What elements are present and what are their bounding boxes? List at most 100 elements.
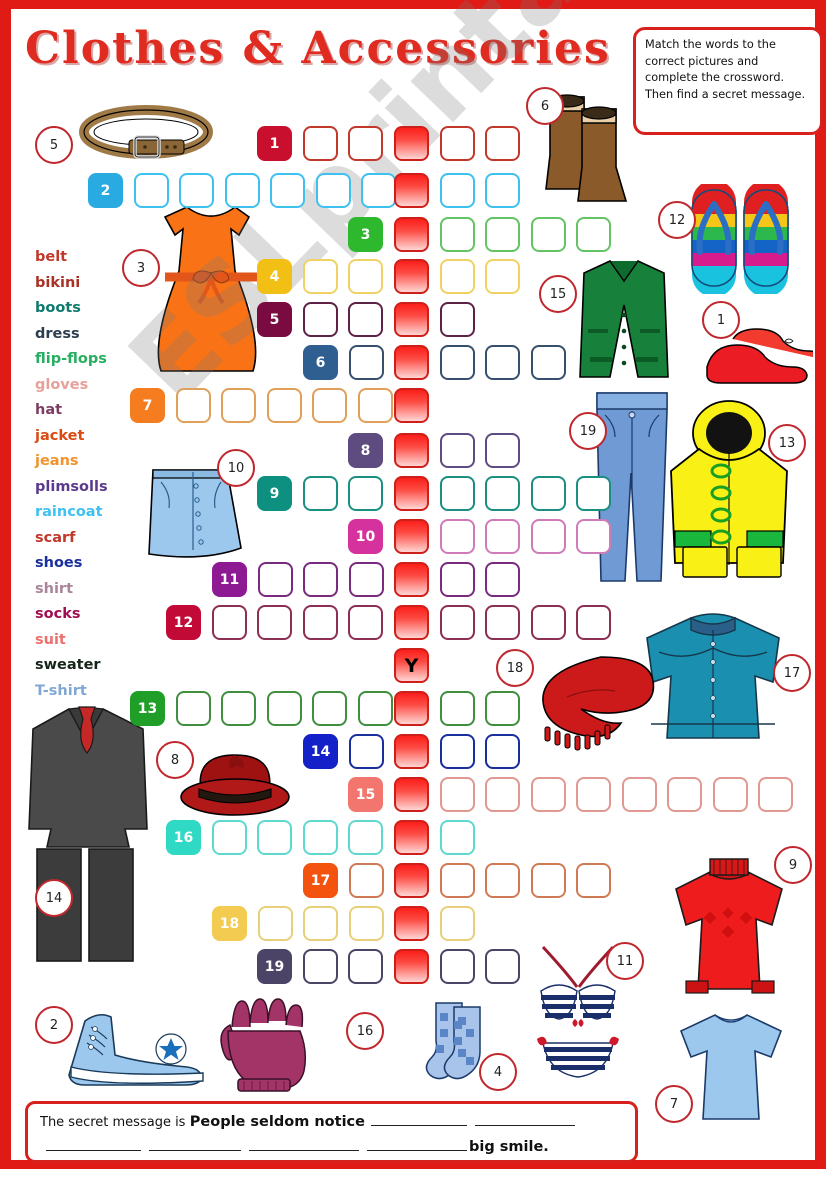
crossword-red-cell[interactable] [394, 476, 429, 511]
secret-blank-line2-4[interactable] [367, 1136, 467, 1151]
crossword-cell[interactable] [439, 217, 475, 252]
crossword-cell[interactable] [257, 906, 293, 941]
crossword-cell[interactable] [485, 691, 520, 726]
crossword-red-cell[interactable] [394, 949, 429, 984]
crossword-cell[interactable] [439, 734, 475, 769]
crossword-cell[interactable] [348, 906, 384, 941]
crossword-cell[interactable] [133, 173, 169, 208]
crossword-cell[interactable] [312, 388, 347, 423]
crossword-cell[interactable] [348, 863, 384, 898]
crossword-clue-number-14[interactable]: 14 [303, 734, 338, 769]
crossword-cell[interactable] [315, 173, 351, 208]
crossword-cell[interactable] [312, 691, 347, 726]
crossword-cell[interactable] [221, 388, 256, 423]
crossword-clue-number-19[interactable]: 19 [257, 949, 292, 984]
crossword-cell[interactable] [302, 605, 338, 640]
crossword-cell[interactable] [361, 173, 396, 208]
secret-blank-line1-2[interactable] [474, 1111, 575, 1126]
crossword-clue-number-13[interactable]: 13 [130, 691, 165, 726]
crossword-cell[interactable] [179, 173, 214, 208]
crossword-cell[interactable] [439, 605, 475, 640]
crossword-cell[interactable] [439, 562, 475, 597]
crossword-cell[interactable] [303, 562, 338, 597]
crossword-red-cell[interactable] [394, 388, 429, 423]
crossword-cell[interactable] [576, 217, 611, 252]
crossword-cell[interactable] [439, 259, 475, 294]
crossword-cell[interactable] [576, 605, 611, 640]
crossword-cell[interactable] [485, 949, 520, 984]
crossword-red-cell[interactable] [394, 820, 429, 855]
crossword-red-cell[interactable] [394, 906, 429, 941]
crossword-cell[interactable] [211, 605, 247, 640]
crossword-clue-number-10[interactable]: 10 [348, 519, 383, 554]
crossword-cell[interactable] [485, 562, 520, 597]
crossword-cell[interactable] [439, 691, 475, 726]
crossword-red-cell[interactable] [394, 777, 429, 812]
crossword-cell[interactable] [266, 691, 302, 726]
crossword-cell[interactable] [357, 388, 393, 423]
crossword-cell[interactable] [439, 433, 475, 468]
crossword-cell[interactable] [485, 259, 520, 294]
crossword-cell[interactable] [257, 562, 293, 597]
crossword-cell[interactable] [439, 906, 475, 941]
crossword-clue-number-7[interactable]: 7 [130, 388, 165, 423]
crossword-cell[interactable] [175, 691, 211, 726]
crossword-cell[interactable] [439, 820, 475, 855]
crossword-clue-number-2[interactable]: 2 [88, 173, 123, 208]
crossword-cell[interactable] [270, 173, 305, 208]
crossword-cell[interactable] [439, 476, 475, 511]
crossword-cell[interactable] [485, 863, 520, 898]
crossword-red-cell[interactable] [394, 519, 429, 554]
crossword-cell[interactable] [576, 519, 611, 554]
crossword-cell[interactable] [348, 476, 383, 511]
crossword-cell[interactable] [266, 388, 302, 423]
crossword-red-cell[interactable] [394, 126, 429, 161]
crossword-clue-number-12[interactable]: 12 [166, 605, 201, 640]
crossword-cell[interactable] [224, 173, 260, 208]
crossword-cell[interactable] [257, 820, 292, 855]
crossword-clue-number-3[interactable]: 3 [348, 217, 383, 252]
crossword-cell[interactable] [439, 126, 475, 161]
crossword-cell[interactable] [485, 345, 520, 380]
crossword-cell[interactable] [439, 949, 475, 984]
crossword-cell[interactable] [348, 345, 384, 380]
secret-blank-line1-1[interactable] [370, 1111, 467, 1126]
crossword-red-cell[interactable] [394, 173, 429, 208]
crossword-cell[interactable] [348, 562, 384, 597]
crossword-cell[interactable] [439, 173, 475, 208]
crossword-cell[interactable] [175, 388, 211, 423]
crossword-cell[interactable] [485, 777, 520, 812]
crossword-cell[interactable] [221, 691, 256, 726]
crossword-cell[interactable] [302, 126, 338, 161]
crossword-cell[interactable] [530, 863, 566, 898]
crossword-red-cell[interactable] [394, 562, 429, 597]
crossword-cell[interactable] [530, 217, 566, 252]
crossword-cell[interactable] [576, 777, 611, 812]
crossword-cell[interactable] [302, 259, 338, 294]
crossword-cell[interactable] [485, 476, 520, 511]
crossword-clue-number-9[interactable]: 9 [257, 476, 292, 511]
crossword-cell[interactable] [302, 949, 338, 984]
crossword-cell[interactable] [530, 519, 566, 554]
crossword-cell[interactable] [485, 433, 520, 468]
crossword-red-cell[interactable] [394, 302, 429, 337]
crossword-clue-number-8[interactable]: 8 [348, 433, 383, 468]
crossword-cell[interactable] [576, 863, 611, 898]
crossword-cell[interactable] [348, 126, 383, 161]
crossword-cell[interactable] [485, 519, 520, 554]
crossword-clue-number-1[interactable]: 1 [257, 126, 292, 161]
crossword-cell[interactable] [257, 605, 292, 640]
crossword-clue-number-4[interactable]: 4 [257, 259, 292, 294]
crossword-cell[interactable] [485, 173, 520, 208]
secret-blank-line2-3[interactable] [249, 1136, 359, 1151]
crossword-cell[interactable] [348, 259, 383, 294]
crossword-clue-number-18[interactable]: 18 [212, 906, 247, 941]
secret-blank-line2-2[interactable] [149, 1136, 241, 1151]
crossword-red-cell[interactable] [394, 863, 429, 898]
crossword-cell[interactable] [348, 302, 383, 337]
crossword-cell[interactable] [357, 691, 393, 726]
crossword-cell[interactable] [302, 302, 338, 337]
secret-blank-line2-1[interactable] [46, 1136, 141, 1151]
crossword-cell[interactable] [530, 345, 566, 380]
crossword-red-cell[interactable] [394, 259, 429, 294]
